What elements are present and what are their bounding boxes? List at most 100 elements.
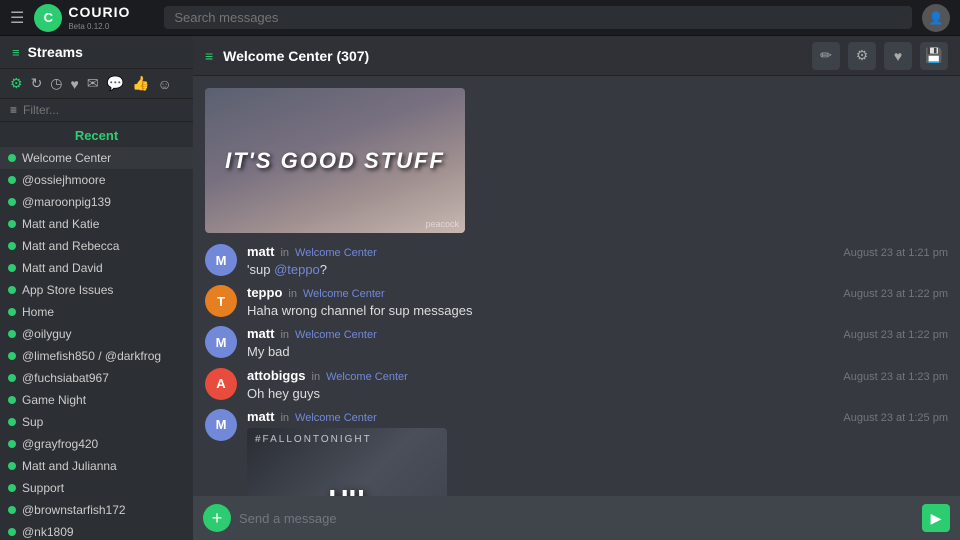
sidebar-item[interactable]: @ossiejhmoore ••• [0,169,193,191]
sidebar-title: Streams [28,44,181,60]
sidebar-item-label: Support [22,481,172,495]
message-content: teppo in Welcome Center August 23 at 1:2… [247,285,948,320]
edit-icon[interactable]: ✏ [812,42,840,70]
channel-icon: ≡ [205,48,213,64]
message-channel[interactable]: Welcome Center [295,247,377,259]
hamburger-icon[interactable]: ☰ [10,8,24,28]
message-author: teppo [247,285,282,300]
sidebar-item[interactable]: Matt and David ••• [0,257,193,279]
message-in: in [280,412,289,424]
sidebar-item[interactable]: @brownstarfish172 ••• [0,499,193,521]
online-dot [8,528,16,536]
sidebar-item[interactable]: Matt and Katie ••• [0,213,193,235]
topbar: ☰ C COURIO Beta 0.12.0 👤 [0,0,960,36]
messages-list: M matt in Welcome Center August 23 at 1:… [193,241,960,496]
sidebar-item[interactable]: @nk1809 ••• [0,521,193,540]
sidebar-item-label: Home [22,305,172,319]
sidebar-toolbar: ⚙ ↻ ◷ ♥ ✉ 💬 👍 ☺ [0,69,193,99]
sidebar-item[interactable]: @oilyguy ••• [0,323,193,345]
refresh-icon[interactable]: ↻ [31,75,43,92]
sidebar-item[interactable]: Support ••• [0,477,193,499]
sidebar-item[interactable]: Matt and Julianna ••• [0,455,193,477]
sidebar-item-label: @grayfrog420 [22,437,172,451]
sidebar-item[interactable]: Home ••• [0,301,193,323]
heart-icon[interactable]: ♥ [71,76,79,92]
filter-input[interactable] [23,103,178,117]
online-dot [8,242,16,250]
save-icon[interactable]: 💾 [920,42,948,70]
message-time: August 23 at 1:22 pm [843,288,948,300]
message-content: matt in Welcome Center August 23 at 1:25… [247,409,948,496]
message-channel[interactable]: Welcome Center [326,371,408,383]
message-in: in [312,371,321,383]
gif-header: #FALLONTONIGHT [255,434,372,445]
message-text: 'sup @teppo? [247,261,948,279]
message-content: matt in Welcome Center August 23 at 1:21… [247,244,948,279]
logo: C COURIO Beta 0.12.0 [34,4,154,32]
online-dot [8,154,16,162]
message-time: August 23 at 1:21 pm [843,247,948,259]
channel-area: ≡ Welcome Center (307) ✏ ⚙ ♥ 💾 IT'S GOOD… [193,36,960,540]
online-dot [8,286,16,294]
search-input[interactable] [164,6,912,29]
online-dot [8,440,16,448]
streams-icon: ≡ [12,45,20,60]
user-avatar: M [205,326,237,358]
sidebar-item[interactable]: App Store Issues ••• [0,279,193,301]
message-channel[interactable]: Welcome Center [295,329,377,341]
sidebar-item[interactable]: @grayfrog420 ••• [0,433,193,455]
thumbs-up-icon[interactable]: 👍 [132,75,149,92]
channel-header: ≡ Welcome Center (307) ✏ ⚙ ♥ 💾 [193,36,960,76]
sidebar-item[interactable]: Sup ••• [0,411,193,433]
message-channel[interactable]: Welcome Center [303,288,385,300]
envelope-icon[interactable]: ✉ [87,75,99,92]
fingerprint-icon[interactable]: ⚙ [848,42,876,70]
message-input-bar: + ▶ [193,496,960,540]
online-dot [8,352,16,360]
sidebar-item-label: @ossiejhmoore [22,173,172,187]
avatar[interactable]: 👤 [922,4,950,32]
channel-toolbar: ✏ ⚙ ♥ 💾 [812,42,948,70]
chat-icon[interactable]: 💬 [107,75,124,92]
message-in: in [280,329,289,341]
sidebar-item[interactable]: Matt and Rebecca ••• [0,235,193,257]
message-meta: matt in Welcome Center August 23 at 1:25… [247,409,948,424]
sidebar-item[interactable]: @limefish850 / @darkfrog ••• [0,345,193,367]
message-time: August 23 at 1:22 pm [843,329,948,341]
send-button[interactable]: ▶ [922,504,950,532]
message-meta: teppo in Welcome Center August 23 at 1:2… [247,285,948,300]
recent-label: Recent [0,122,193,147]
filter-icon: ≡ [10,103,17,117]
messages-area: IT'S GOOD STUFF peacock M matt in Welcom… [193,76,960,496]
sidebar-item-label: Welcome Center [22,151,172,165]
online-dot [8,330,16,338]
sidebar-item-label: @maroonpig139 [22,195,172,209]
sidebar-item[interactable]: Welcome Center ••• [0,147,193,169]
sidebar-item[interactable]: @maroonpig139 ••• [0,191,193,213]
top-gif-text: IT'S GOOD STUFF [225,148,445,174]
message-text: Oh hey guys [247,385,948,403]
online-dot [8,484,16,492]
channel-heart-icon[interactable]: ♥ [884,42,912,70]
sidebar-list: Welcome Center ••• @ossiejhmoore ••• @ma… [0,147,193,540]
message-time: August 23 at 1:25 pm [843,412,948,424]
add-message-button[interactable]: + [203,504,231,532]
main-layout: ≡ Streams ⚙ ↻ ◷ ♥ ✉ 💬 👍 ☺ ≡ Recent Welco… [0,36,960,540]
sidebar-item[interactable]: Game Night ••• [0,389,193,411]
logo-icon: C [34,4,62,32]
gif-label: HI! [328,484,365,496]
emoji-icon[interactable]: ☺ [157,76,171,92]
message-row: A attobiggs in Welcome Center August 23 … [193,365,960,406]
message-channel[interactable]: Welcome Center [295,412,377,424]
user-avatar: T [205,285,237,317]
clock-icon[interactable]: ◷ [50,75,62,92]
sidebar-item-label: @fuchsiabat967 [22,371,172,385]
sidebar-item-label: Matt and Rebecca [22,239,172,253]
online-dot [8,264,16,272]
message-input[interactable] [239,511,914,526]
settings-icon[interactable]: ⚙ [10,75,23,92]
sidebar-item[interactable]: @fuchsiabat967 ••• [0,367,193,389]
message-gif: #FALLONTONIGHT HI! [247,428,447,496]
message-content: attobiggs in Welcome Center August 23 at… [247,368,948,403]
message-row: M matt in Welcome Center August 23 at 1:… [193,406,960,496]
